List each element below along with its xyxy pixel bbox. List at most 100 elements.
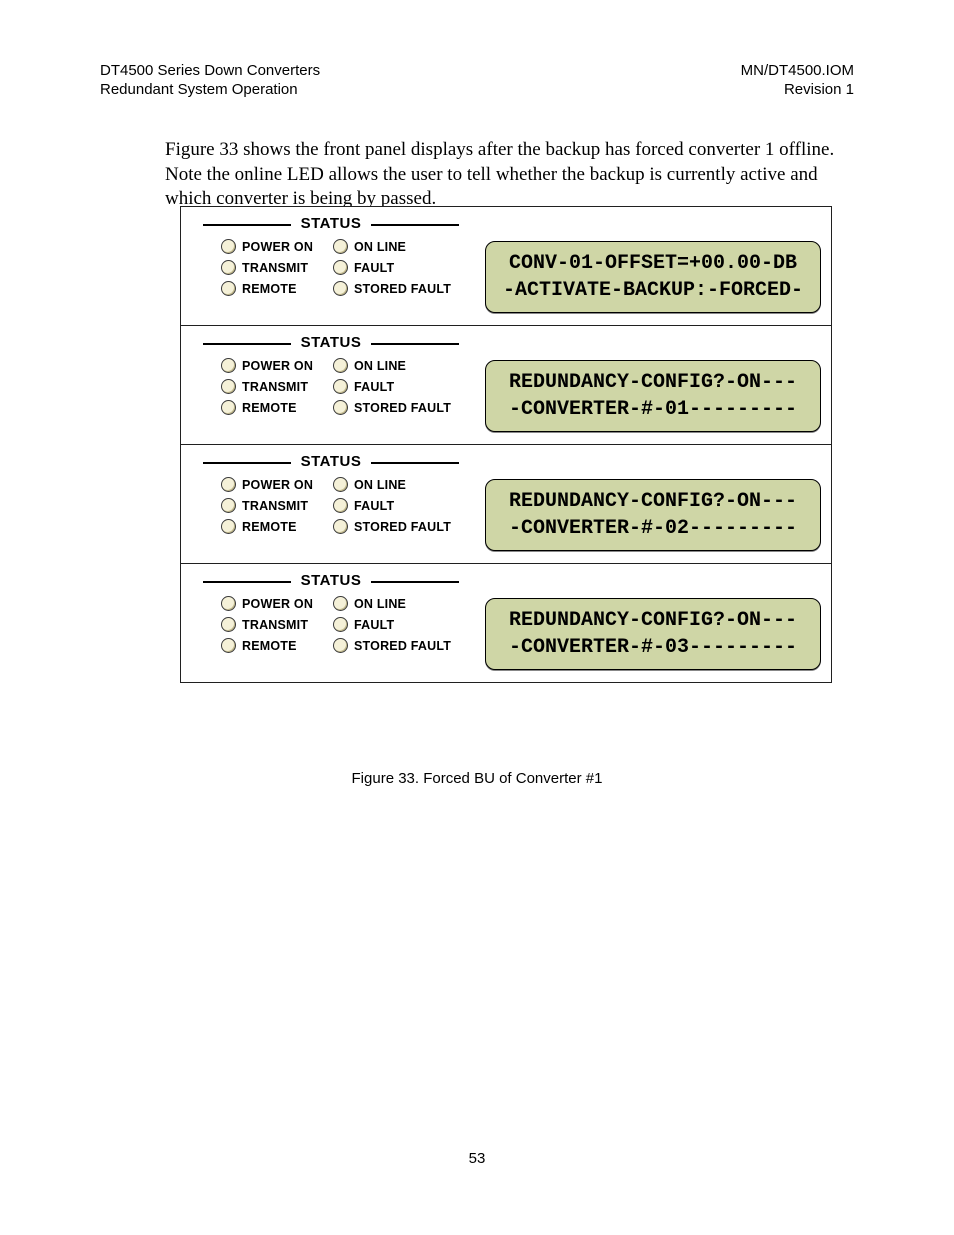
panel-row-4: STATUS POWER ON ON LINE TRANSMIT FAULT R… [181,563,831,682]
led-label: REMOTE [242,639,297,653]
led-transmit: TRANSMIT [191,379,329,394]
led-on-line: ON LINE [333,477,471,492]
status-title: STATUS [191,572,471,589]
status-block: STATUS POWER ON ON LINE TRANSMIT FAULT R… [191,455,471,534]
led-stored-fault: STORED FAULT [333,519,471,534]
led-icon [333,400,348,415]
led-label: FAULT [354,261,394,275]
led-icon [221,239,236,254]
status-title: STATUS [191,215,471,232]
led-fault: FAULT [333,260,471,275]
lcd-line1: REDUNDANCY-CONFIG?-ON--- [509,607,797,634]
led-label: POWER ON [242,478,313,492]
led-label: TRANSMIT [242,261,308,275]
lcd-display: CONV-01-OFFSET=+00.00-DB -ACTIVATE-BACKU… [485,241,821,313]
lcd-display: REDUNDANCY-CONFIG?-ON--- -CONVERTER-#-02… [485,479,821,551]
led-power-on: POWER ON [191,596,329,611]
led-remote: REMOTE [191,519,329,534]
led-power-on: POWER ON [191,239,329,254]
page-number: 53 [0,1150,954,1167]
led-icon [221,477,236,492]
panel-row-2: STATUS POWER ON ON LINE TRANSMIT FAULT R… [181,325,831,444]
led-label: REMOTE [242,282,297,296]
led-remote: REMOTE [191,638,329,653]
led-icon [333,281,348,296]
led-label: REMOTE [242,401,297,415]
led-icon [221,519,236,534]
status-title: STATUS [191,334,471,351]
header-right-line1: MN/DT4500.IOM [741,62,854,81]
led-label: POWER ON [242,240,313,254]
led-label: TRANSMIT [242,380,308,394]
led-icon [333,617,348,632]
panel-row-3: STATUS POWER ON ON LINE TRANSMIT FAULT R… [181,444,831,563]
led-on-line: ON LINE [333,358,471,373]
led-icon [221,617,236,632]
lcd-line2: -ACTIVATE-BACKUP:-FORCED- [503,277,803,304]
body-paragraph: Figure 33 shows the front panel displays… [165,138,849,212]
led-label: STORED FAULT [354,282,451,296]
panel-row-1: STATUS POWER ON ON LINE TRANSMIT FAULT R… [181,207,831,325]
led-stored-fault: STORED FAULT [333,400,471,415]
status-block: STATUS POWER ON ON LINE TRANSMIT FAULT R… [191,217,471,296]
led-label: POWER ON [242,597,313,611]
led-label: FAULT [354,618,394,632]
led-icon [221,379,236,394]
status-block: STATUS POWER ON ON LINE TRANSMIT FAULT R… [191,574,471,653]
led-label: STORED FAULT [354,520,451,534]
led-icon [333,379,348,394]
header-left-line1: DT4500 Series Down Converters [100,62,320,81]
led-label: POWER ON [242,359,313,373]
lcd-line1: REDUNDANCY-CONFIG?-ON--- [509,369,797,396]
led-transmit: TRANSMIT [191,260,329,275]
led-on-line: ON LINE [333,239,471,254]
led-power-on: POWER ON [191,358,329,373]
led-stored-fault: STORED FAULT [333,281,471,296]
led-remote: REMOTE [191,400,329,415]
led-fault: FAULT [333,379,471,394]
header-right-line2: Revision 1 [741,81,854,100]
led-label: STORED FAULT [354,639,451,653]
lcd-line1: CONV-01-OFFSET=+00.00-DB [509,250,797,277]
led-icon [221,260,236,275]
led-remote: REMOTE [191,281,329,296]
led-label: STORED FAULT [354,401,451,415]
led-icon [333,596,348,611]
led-on-line: ON LINE [333,596,471,611]
lcd-line2: -CONVERTER-#-01--------- [509,396,797,423]
lcd-line2: -CONVERTER-#-02--------- [509,515,797,542]
led-icon [221,638,236,653]
led-fault: FAULT [333,617,471,632]
led-icon [333,498,348,513]
led-label: ON LINE [354,597,406,611]
figure-caption: Figure 33. Forced BU of Converter #1 [0,770,954,787]
led-transmit: TRANSMIT [191,498,329,513]
led-stored-fault: STORED FAULT [333,638,471,653]
led-label: ON LINE [354,240,406,254]
led-icon [221,596,236,611]
led-icon [333,260,348,275]
led-label: REMOTE [242,520,297,534]
led-icon [333,239,348,254]
led-transmit: TRANSMIT [191,617,329,632]
led-label: FAULT [354,380,394,394]
led-icon [221,358,236,373]
lcd-display: REDUNDANCY-CONFIG?-ON--- -CONVERTER-#-03… [485,598,821,670]
lcd-line2: -CONVERTER-#-03--------- [509,634,797,661]
led-fault: FAULT [333,498,471,513]
led-icon [333,638,348,653]
status-title: STATUS [191,453,471,470]
led-icon [333,477,348,492]
status-block: STATUS POWER ON ON LINE TRANSMIT FAULT R… [191,336,471,415]
led-label: ON LINE [354,359,406,373]
led-icon [333,519,348,534]
led-icon [221,281,236,296]
led-label: ON LINE [354,478,406,492]
led-label: TRANSMIT [242,618,308,632]
led-icon [221,498,236,513]
lcd-display: REDUNDANCY-CONFIG?-ON--- -CONVERTER-#-01… [485,360,821,432]
header-left-line2: Redundant System Operation [100,81,320,100]
led-power-on: POWER ON [191,477,329,492]
led-icon [221,400,236,415]
lcd-line1: REDUNDANCY-CONFIG?-ON--- [509,488,797,515]
